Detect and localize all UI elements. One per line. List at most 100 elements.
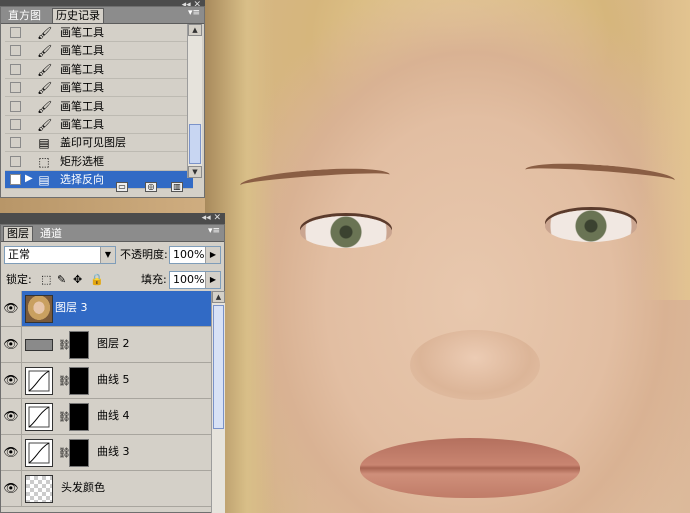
marquee-icon: ⬚ [38,154,50,169]
snapshot-source-checkbox[interactable] [10,27,21,38]
scroll-up-icon[interactable]: ▲ [212,291,225,303]
opacity-field[interactable]: 100% ▶ [169,246,221,264]
scroll-up-icon[interactable]: ▲ [188,24,202,36]
chevron-down-icon[interactable]: ▼ [100,247,115,263]
fill-label: 填充: [141,273,167,286]
layer-thumbnail [25,295,53,323]
snapshot-source-checkbox[interactable] [10,82,21,94]
scroll-down-icon[interactable]: ▼ [188,166,202,178]
fill-field[interactable]: 100% ▶ [169,271,221,289]
visibility-eye-icon[interactable]: 👁 [1,471,22,506]
snapshot-source-checkbox[interactable] [10,155,21,167]
layer-row[interactable]: 👁 图层 3 [1,291,211,327]
panel-menu-icon[interactable]: ▾≡ [208,226,220,236]
history-item-label: 盖印可见图层 [60,136,126,150]
history-item[interactable]: 🖌 画笔工具 [5,98,193,116]
history-item-label: 画笔工具 [60,44,104,58]
layer-row[interactable]: 👁 ⛓ 曲线 5 [1,363,211,399]
layer-row[interactable]: 👁 ⛓ 图层 2 [1,327,211,363]
layer-mask-thumbnail[interactable] [69,403,89,431]
layer-name: 曲线 3 [97,445,130,458]
visibility-eye-icon[interactable]: 👁 [1,327,22,362]
snapshot-source-checkbox[interactable] [10,137,21,149]
lock-all-icon[interactable]: 🔒 [90,271,104,289]
tab-layers[interactable]: 图层 [3,226,33,241]
history-tabbar: 直方图 历史记录 ▾≡ [1,7,204,24]
brush-icon: 🖌 [37,26,53,40]
stamp-layer-icon: ▤ [38,136,50,151]
visibility-eye-icon[interactable]: 👁 [1,363,22,398]
layer-row[interactable]: 👁 ⛓ 曲线 4 [1,399,211,435]
hair-right [640,0,690,300]
layers-scrollbar[interactable]: ▲ [211,291,225,513]
visibility-eye-icon[interactable]: 👁 [1,399,22,434]
curves-adjustment-icon [25,439,53,467]
layer-name: 头发颜色 [61,481,105,494]
collapse-icon[interactable]: ◂◂ ✕ [202,213,221,223]
layer-mask-thumbnail[interactable] [69,367,89,395]
history-item[interactable]: 🖌 画笔工具 [5,24,193,42]
chevron-right-icon[interactable]: ▶ [205,272,220,288]
chevron-right-icon[interactable]: ▶ [205,247,220,263]
layer-thumbnail [25,475,53,503]
brush-icon: 🖌 [37,99,53,114]
lock-label: 锁定: [6,273,32,286]
nose [410,330,540,400]
blend-mode-value: 正常 [8,248,30,261]
visibility-eye-icon[interactable]: 👁 [1,435,22,470]
lock-move-icon[interactable]: ✥ [73,271,82,289]
history-item[interactable]: ▤ 盖印可见图层 [5,134,193,153]
snapshot-source-checkbox[interactable] [10,100,21,112]
curves-adjustment-icon [25,403,53,431]
brush-icon: 🖌 [37,44,53,59]
brush-icon: 🖌 [37,81,53,96]
scroll-thumb[interactable] [189,124,201,164]
layer-name: 图层 2 [97,337,130,350]
lips [360,438,580,498]
layer-row[interactable]: 👁 ⛓ 曲线 3 [1,435,211,471]
fill-value: 100% [173,273,205,286]
layer-row[interactable]: 👁 头发颜色 [1,471,211,507]
brush-icon: 🖌 [37,62,53,77]
panel-menu-icon[interactable]: ▾≡ [188,8,200,18]
trash-icon[interactable]: ▥ [171,182,183,192]
history-item-label: 画笔工具 [60,26,104,39]
scroll-thumb[interactable] [213,305,224,429]
history-item[interactable]: 🖌 画笔工具 [5,42,193,61]
blend-mode-select[interactable]: 正常 ▼ [4,246,116,264]
layer-list: 👁 图层 3 👁 ⛓ 图层 2 👁 ⛓ 曲线 5 👁 ⛓ 曲线 4 👁 ⛓ 曲线 3 👁 头发颜色 [1,291,211,513]
left-eye [300,216,392,248]
layers-tabbar: 图层 通道 ▾≡ [1,225,224,242]
tab-histogram[interactable]: 直方图 [5,9,44,23]
snapshot-source-checkbox[interactable] [10,45,21,57]
layer-thumbnail [25,339,53,351]
history-item[interactable]: ⬚ 矩形选框 [5,153,193,171]
layer-mask-thumbnail[interactable] [69,331,89,359]
layer-name: 图层 3 [55,301,88,314]
visibility-eye-icon[interactable]: 👁 [1,291,22,326]
history-item-label: 画笔工具 [60,99,104,113]
curves-adjustment-icon [25,367,53,395]
history-scrollbar[interactable]: ▲ ▼ [187,24,202,178]
new-document-icon[interactable]: ▭ [116,182,128,192]
opacity-value: 100% [173,248,205,261]
history-item-label: 画笔工具 [60,118,104,131]
layer-mask-thumbnail[interactable] [69,439,89,467]
history-item-label: 画笔工具 [60,81,104,95]
history-footer: ▭ ◎ ▥ [1,179,204,197]
tab-history[interactable]: 历史记录 [52,8,104,23]
lock-transparency-icon[interactable]: ⬚ [41,271,51,289]
right-eye [545,210,637,242]
history-panel: 直方图 历史记录 ▾≡ 🖌 画笔工具 🖌 画笔工具 🖌 画笔工具 🖌 画笔工具 🖌 画笔工具 🖌 画笔… [0,6,205,198]
snapshot-icon[interactable]: ◎ [145,182,157,192]
lock-paint-icon[interactable]: ✎ [57,271,66,289]
snapshot-source-checkbox[interactable] [10,63,21,75]
history-item-label: 画笔工具 [60,62,104,76]
history-item[interactable]: 🖌 画笔工具 [5,116,193,134]
snapshot-source-checkbox[interactable] [10,119,21,130]
history-item[interactable]: 🖌 画笔工具 [5,61,193,79]
layer-name: 曲线 5 [97,373,130,386]
brush-icon: 🖌 [37,118,53,132]
tab-channels[interactable]: 通道 [37,227,65,241]
history-item[interactable]: 🖌 画笔工具 [5,79,193,98]
